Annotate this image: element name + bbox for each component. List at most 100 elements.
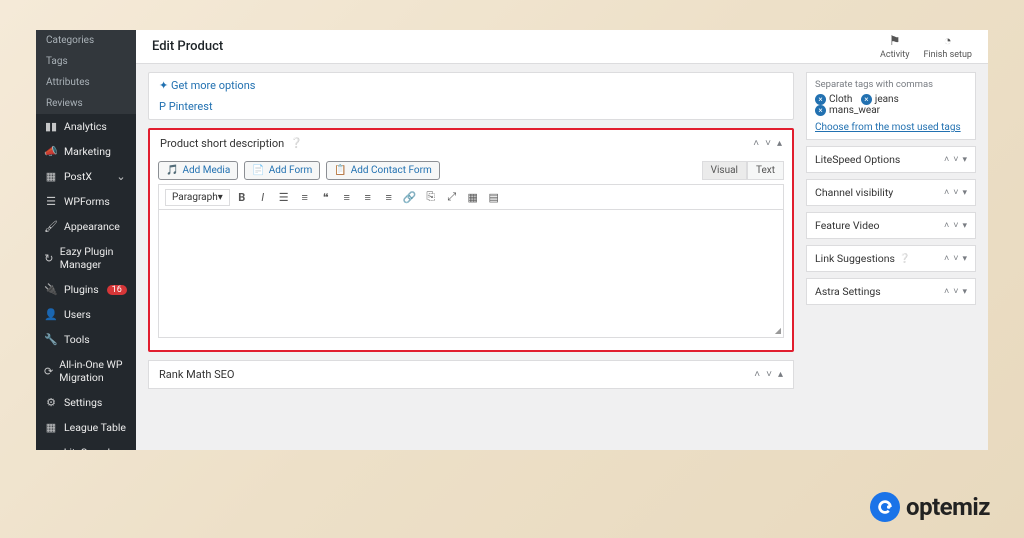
star-icon: ✦ xyxy=(159,79,168,92)
sidebar-item-postx[interactable]: ▦PostX⌄ xyxy=(36,164,136,189)
activity-button[interactable]: ⚑ Activity xyxy=(880,34,909,60)
link-icon[interactable]: 🔗 xyxy=(401,188,419,206)
add-media-button[interactable]: 🎵Add Media xyxy=(158,161,238,180)
sidebar-item-users[interactable]: 👤Users xyxy=(36,302,136,327)
italic-icon[interactable]: I xyxy=(254,188,272,206)
panel-toggle-icon[interactable]: ▾ xyxy=(962,221,967,231)
sidebar-item-tools[interactable]: 🔧Tools xyxy=(36,327,136,352)
panel-up-icon[interactable]: ˄ xyxy=(944,253,949,264)
sidebar-item-analytics[interactable]: ▮▮Analytics xyxy=(36,114,136,139)
chevron-down-icon: ▾ xyxy=(218,192,223,203)
insert-icon[interactable]: ⎘ xyxy=(422,188,440,206)
align-left-icon[interactable]: ≡ xyxy=(338,188,356,206)
paragraph-select[interactable]: Paragraph▾ xyxy=(165,189,230,206)
chevron-down-icon: ⌄ xyxy=(114,170,128,183)
table-icon: ▦ xyxy=(44,421,58,434)
side-astra-settings[interactable]: Astra Settings ˄˅▾ xyxy=(806,278,976,305)
topbar: Edit Product ⚑ Activity ◔ Finish setup xyxy=(136,30,988,64)
finish-setup-button[interactable]: ◔ Finish setup xyxy=(923,33,972,60)
sidebar-item-league-table[interactable]: ▦League Table xyxy=(36,415,136,440)
table-icon[interactable]: ▤ xyxy=(485,188,503,206)
remove-tag-icon[interactable]: × xyxy=(815,94,826,105)
brand-logo: optemiz xyxy=(870,492,990,522)
sidebar-item-litespeed[interactable]: ⚡LiteSpeed Cache xyxy=(36,440,136,450)
panel-down-icon[interactable]: ˅ xyxy=(766,369,772,380)
panel-toggle-icon[interactable]: ▾ xyxy=(962,188,967,198)
panel-down-icon[interactable]: ˅ xyxy=(953,220,958,231)
sidebar-item-settings[interactable]: ⚙Settings xyxy=(36,390,136,415)
side-channel-visibility[interactable]: Channel visibility ˄˅▾ xyxy=(806,179,976,206)
sidebar-sub-attributes[interactable]: Attributes xyxy=(36,72,136,93)
remove-tag-icon[interactable]: × xyxy=(815,105,826,116)
fullscreen-icon[interactable]: ⤢ xyxy=(443,188,461,206)
text-tab[interactable]: Text xyxy=(747,161,784,180)
sidebar-item-wpforms[interactable]: ☰WPForms xyxy=(36,189,136,214)
panel-down-icon[interactable]: ˅ xyxy=(953,154,958,165)
page-title: Edit Product xyxy=(152,39,223,54)
sidebar-item-migration[interactable]: ⟳All-in-One WP Migration xyxy=(36,352,136,390)
form-icon: ☰ xyxy=(44,195,58,208)
pinterest-icon: P xyxy=(159,100,166,113)
panel-up-icon[interactable]: ˄ xyxy=(754,369,760,380)
sidebar-item-eazy-plugin[interactable]: ↻Eazy Plugin Manager xyxy=(36,239,136,277)
choose-tags-link[interactable]: Choose from the most used tags xyxy=(815,122,961,133)
sidebar-item-appearance[interactable]: 🖌Appearance xyxy=(36,214,136,239)
panel-toggle-icon[interactable]: ▾ xyxy=(962,254,967,264)
help-icon[interactable]: ❔ xyxy=(290,138,302,149)
panel-up-icon[interactable]: ˄ xyxy=(944,286,949,297)
tags-hint: Separate tags with commas xyxy=(815,79,967,90)
toolbar-toggle-icon[interactable]: ▦ xyxy=(464,188,482,206)
user-icon: 👤 xyxy=(44,308,58,321)
editor-toolbar: Paragraph▾ B I ☰ ≡ ❝ ≡ ≡ ≡ 🔗 ⎘ ⤢ ▦ ▤ xyxy=(158,184,784,210)
number-list-icon[interactable]: ≡ xyxy=(296,188,314,206)
panel-up-icon[interactable]: ˄ xyxy=(944,220,949,231)
quote-icon[interactable]: ❝ xyxy=(317,188,335,206)
align-center-icon[interactable]: ≡ xyxy=(359,188,377,206)
progress-icon: ◔ xyxy=(944,33,952,49)
resize-handle-icon[interactable]: ◢ xyxy=(775,326,781,335)
side-feature-video[interactable]: Feature Video ˄˅▾ xyxy=(806,212,976,239)
panel-up-icon[interactable]: ˄ xyxy=(944,187,949,198)
add-form-button[interactable]: 📄Add Form xyxy=(244,161,320,180)
wrench-icon: 🔧 xyxy=(44,333,58,346)
editor-textarea[interactable]: ◢ xyxy=(158,210,784,338)
visual-tab[interactable]: Visual xyxy=(702,161,747,180)
bold-icon[interactable]: B xyxy=(233,188,251,206)
side-litespeed[interactable]: LiteSpeed Options ˄˅▾ xyxy=(806,146,976,173)
pinterest-link[interactable]: Pinterest xyxy=(169,100,213,113)
sidebar-sub-tags[interactable]: Tags xyxy=(36,51,136,72)
tag-cloth: ×Cloth xyxy=(815,94,852,105)
media-icon: 🎵 xyxy=(166,165,178,176)
bullet-list-icon[interactable]: ☰ xyxy=(275,188,293,206)
brand-text: optemiz xyxy=(906,493,990,521)
sidebar-sub-reviews[interactable]: Reviews xyxy=(36,93,136,114)
panel-toggle-icon[interactable]: ▾ xyxy=(962,287,967,297)
sidebar-item-plugins[interactable]: 🔌Plugins16 xyxy=(36,277,136,302)
brand-mark-icon xyxy=(870,492,900,522)
brush-icon: 🖌 xyxy=(44,220,58,233)
cycle-icon: ⟳ xyxy=(44,365,53,378)
sidebar-sub-categories[interactable]: Categories xyxy=(36,30,136,51)
side-link-suggestions[interactable]: Link Suggestions❔ ˄˅▾ xyxy=(806,245,976,272)
plugins-badge: 16 xyxy=(107,285,127,295)
forms-icon: 📋 xyxy=(334,165,346,176)
panel-up-icon[interactable]: ˄ xyxy=(944,154,949,165)
panel-down-icon[interactable]: ˅ xyxy=(953,286,958,297)
doc-icon: 📄 xyxy=(252,165,264,176)
panel-toggle-icon[interactable]: ▾ xyxy=(962,155,967,165)
panel-toggle-icon[interactable]: ▴ xyxy=(777,138,782,149)
rank-math-panel[interactable]: Rank Math SEO ˄ ˅ ▴ xyxy=(148,360,794,389)
panel-down-icon[interactable]: ˅ xyxy=(765,138,771,149)
help-icon[interactable]: ❔ xyxy=(899,254,910,264)
panel-up-icon[interactable]: ˄ xyxy=(753,138,759,149)
add-contact-form-button[interactable]: 📋Add Contact Form xyxy=(326,161,439,180)
panel-toggle-icon[interactable]: ▴ xyxy=(778,369,783,380)
grid-icon: ▦ xyxy=(44,170,58,183)
remove-tag-icon[interactable]: × xyxy=(861,94,872,105)
align-right-icon[interactable]: ≡ xyxy=(380,188,398,206)
get-more-options-link[interactable]: Get more options xyxy=(171,79,256,92)
panel-down-icon[interactable]: ˅ xyxy=(953,187,958,198)
sidebar-item-marketing[interactable]: 📣Marketing xyxy=(36,139,136,164)
panel-down-icon[interactable]: ˅ xyxy=(953,253,958,264)
chart-icon: ▮▮ xyxy=(44,120,58,133)
